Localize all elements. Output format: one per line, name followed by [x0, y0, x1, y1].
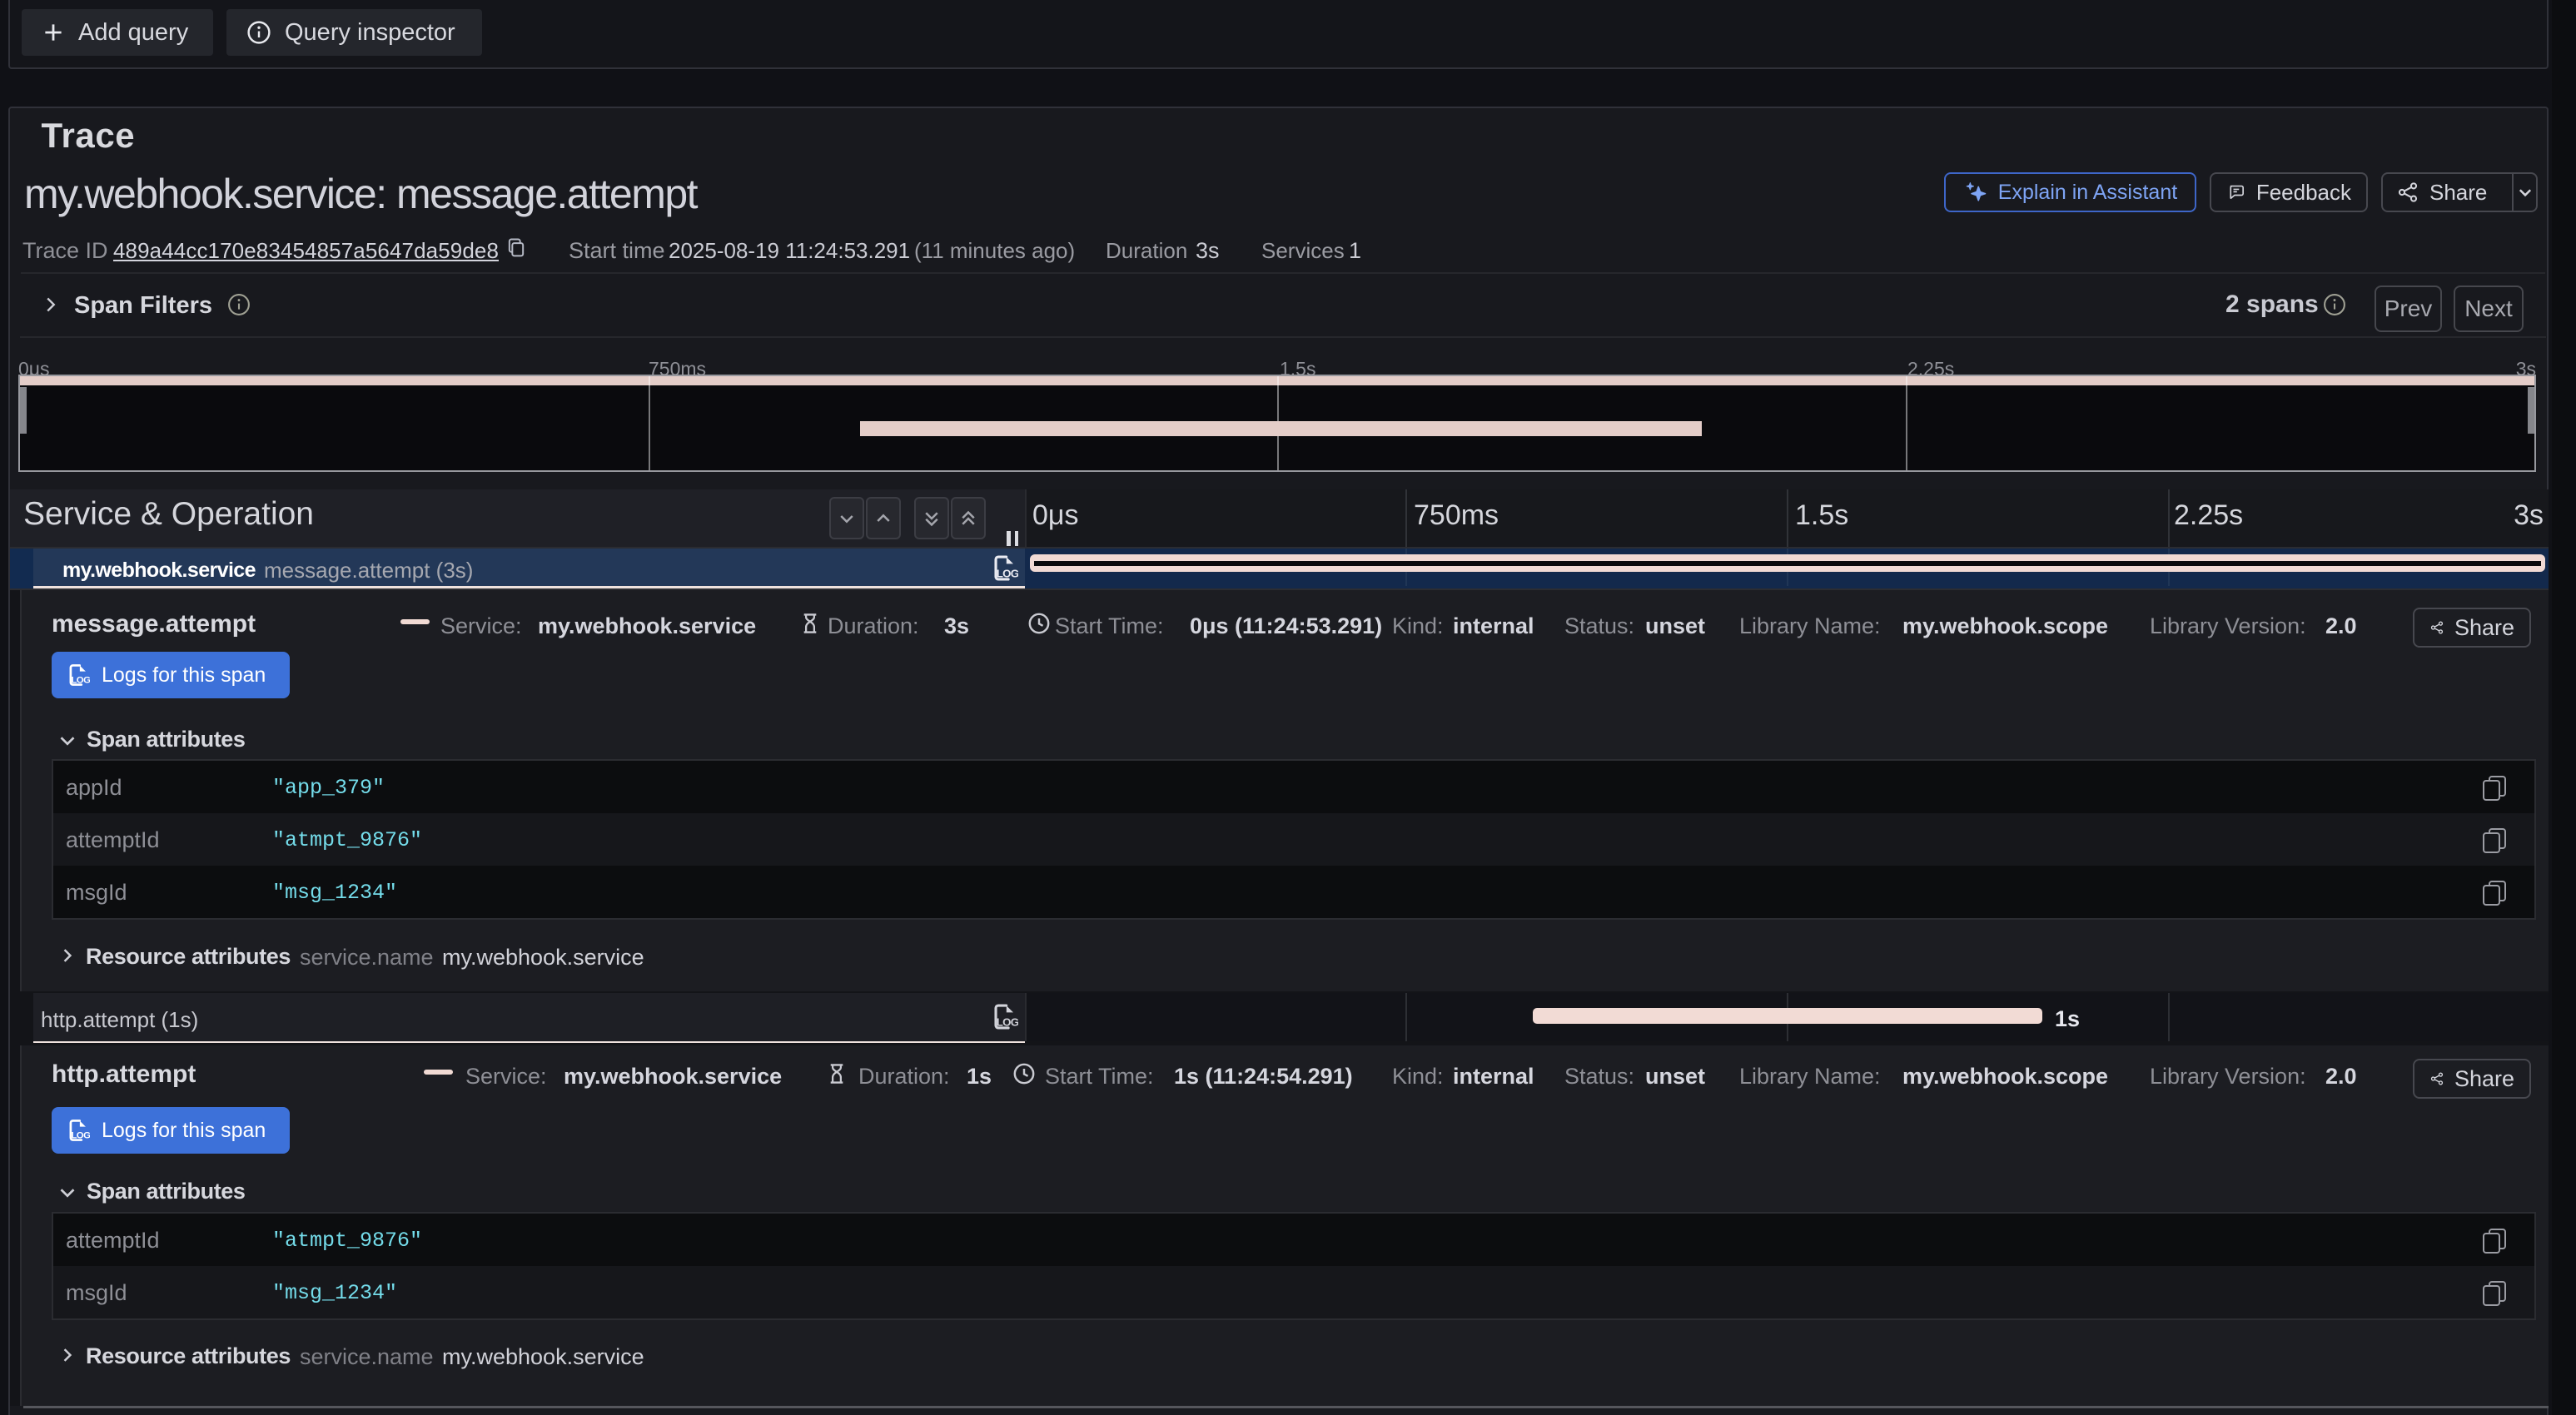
svg-text:LOG: LOG — [71, 676, 90, 686]
svg-text:LOG: LOG — [71, 1131, 90, 1141]
svg-text:LOG: LOG — [997, 568, 1018, 580]
svg-text:LOG: LOG — [997, 1016, 1018, 1029]
